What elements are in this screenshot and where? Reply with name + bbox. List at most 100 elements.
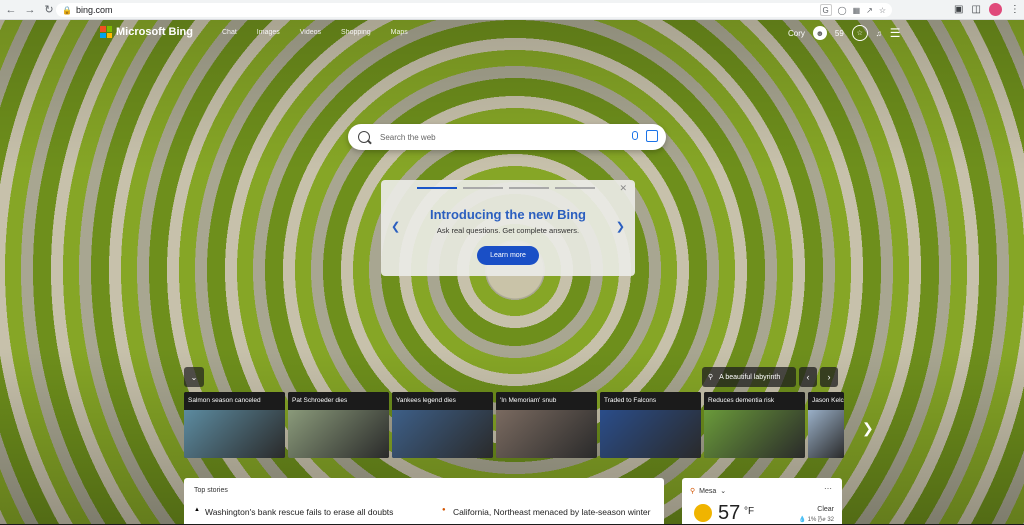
promo-title: Introducing the new Bing xyxy=(430,207,586,222)
kebab-menu-icon[interactable]: ⋮ xyxy=(1010,4,1020,15)
next-image-button[interactable]: › xyxy=(820,367,838,387)
previous-image-button[interactable]: ‹ xyxy=(799,367,817,387)
moon-weather-icon xyxy=(694,504,712,522)
progress-segment xyxy=(417,187,457,189)
user-avatar-icon[interactable]: ☻ xyxy=(812,26,827,40)
carousel-next-icon[interactable]: ❯ xyxy=(862,420,874,437)
location-pin-icon: ⚲ xyxy=(708,374,714,381)
star-icon[interactable]: ☆ xyxy=(879,6,886,15)
news-carousel: Salmon season canceled Pat Schroeder die… xyxy=(184,392,844,458)
notifications-bell-icon[interactable]: ♫ xyxy=(876,29,882,38)
news-card[interactable]: Jason Kelce xyxy=(808,392,844,458)
weather-condition: Clear xyxy=(817,506,834,513)
location-pin-icon: ⚲ xyxy=(690,488,696,495)
rewards-trophy-icon[interactable]: ☆ xyxy=(851,25,868,41)
news-card-caption: Pat Schroeder dies xyxy=(288,392,389,410)
learn-more-button[interactable]: Learn more xyxy=(477,246,539,265)
profile-avatar[interactable] xyxy=(988,3,1002,16)
precip-icon: 💧 xyxy=(798,517,806,523)
news-card-image xyxy=(600,410,701,458)
image-title: A beautiful labyrinth xyxy=(719,373,781,381)
close-icon[interactable]: ✕ xyxy=(619,183,627,194)
news-source-icon: ▲ xyxy=(194,507,200,513)
news-card-caption: Traded to Falcons xyxy=(600,392,701,410)
weather-location[interactable]: ⚲ Mesa ⌄ xyxy=(690,487,727,496)
browser-actions: ▣ ◫ ⋮ xyxy=(954,3,1020,16)
image-info-button[interactable]: ⚲ A beautiful labyrinth xyxy=(702,367,796,387)
news-card-caption: Salmon season canceled xyxy=(184,392,285,410)
sidepanel-icon[interactable]: ◫ xyxy=(971,4,980,15)
url-text: bing.com xyxy=(76,5,113,15)
browser-toolbar: ← → ↻ 🔒 bing.com G ◯ ▦ ↗ ☆ ▣ ◫ ⋮ xyxy=(0,0,1024,20)
news-card[interactable]: Salmon season canceled xyxy=(184,392,285,458)
forward-icon[interactable]: → xyxy=(22,2,38,18)
news-card-caption: Jason Kelce xyxy=(808,392,844,410)
news-card-image xyxy=(808,410,844,458)
top-stories-panel: Top stories ▲ Washington's bank rescue f… xyxy=(184,478,664,524)
nav-chat[interactable]: Chat xyxy=(222,29,237,36)
lock-icon: 🔒 xyxy=(62,5,72,15)
rewards-points[interactable]: 59 xyxy=(835,29,844,38)
visual-search-icon[interactable] xyxy=(646,130,658,142)
weather-unit: °F xyxy=(744,506,755,517)
microsoft-logo-icon xyxy=(100,26,112,38)
search-box[interactable] xyxy=(348,124,666,150)
chevron-down-icon: ⌄ xyxy=(720,488,727,495)
eye-off-icon[interactable]: ◯ xyxy=(838,6,847,15)
nav-images[interactable]: Images xyxy=(257,29,280,36)
translate-icon[interactable]: ▦ xyxy=(853,6,861,15)
news-card-image xyxy=(288,410,389,458)
brand-text: Microsoft Bing xyxy=(116,26,193,38)
search-icon xyxy=(358,131,370,143)
user-name[interactable]: Cory xyxy=(788,29,805,38)
story-link[interactable]: ▲ Washington's bank rescue fails to eras… xyxy=(194,507,393,517)
carousel-progress xyxy=(417,187,595,189)
story-headline: California, Northeast menaced by late-se… xyxy=(453,507,651,517)
progress-segment xyxy=(463,187,503,189)
google-lens-icon[interactable]: G xyxy=(819,4,832,16)
bing-header: Microsoft Bing Chat Images Videos Shoppi… xyxy=(0,20,1024,46)
nav-videos[interactable]: Videos xyxy=(300,29,321,36)
story-headline: Washington's bank rescue fails to erase … xyxy=(205,507,394,517)
bing-logo[interactable]: Microsoft Bing xyxy=(100,26,193,38)
news-card[interactable]: 'In Memoriam' snub xyxy=(496,392,597,458)
news-card-caption: Yankees legend dies xyxy=(392,392,493,410)
weather-stats: 💧 1% 🌬 32 xyxy=(799,516,834,523)
news-card[interactable]: Reduces dementia risk xyxy=(704,392,805,458)
microphone-icon[interactable] xyxy=(632,131,638,140)
top-stories-heading: Top stories xyxy=(194,487,228,494)
back-icon[interactable]: ← xyxy=(3,2,19,18)
extensions-icon[interactable]: ▣ xyxy=(954,4,963,15)
new-bing-promo-card: ✕ ❮ ❯ Introducing the new Bing Ask real … xyxy=(381,180,635,276)
share-icon[interactable]: ↗ xyxy=(866,6,873,15)
nav-shopping[interactable]: Shopping xyxy=(341,29,371,36)
story-link[interactable]: ● California, Northeast menaced by late-… xyxy=(442,507,651,517)
more-options-icon[interactable]: ⋯ xyxy=(824,484,832,493)
nav-maps[interactable]: Maps xyxy=(391,29,408,36)
hamburger-menu-icon[interactable]: ☰ xyxy=(890,26,901,40)
header-actions: Cory ☻ 59 ☆ ♫ ☰ xyxy=(788,25,901,41)
news-card[interactable]: Pat Schroeder dies xyxy=(288,392,389,458)
news-card-image xyxy=(496,410,597,458)
news-source-icon: ● xyxy=(442,507,446,513)
news-card-caption: Reduces dementia risk xyxy=(704,392,805,410)
promo-subtitle: Ask real questions. Get complete answers… xyxy=(436,226,580,235)
wind-value: 32 xyxy=(827,517,834,523)
top-nav: Chat Images Videos Shopping Maps xyxy=(222,29,408,36)
wind-icon: 🌬 xyxy=(818,517,826,523)
progress-segment xyxy=(555,187,595,189)
weather-temp: 57 xyxy=(718,502,741,524)
news-card-image xyxy=(184,410,285,458)
omnibox-icons: G ◯ ▦ ↗ ☆ xyxy=(819,3,886,17)
news-card-image xyxy=(704,410,805,458)
weather-panel[interactable]: ⚲ Mesa ⌄ ⋯ 57 °F Clear 💧 1% 🌬 32 xyxy=(682,478,842,524)
search-input[interactable] xyxy=(378,131,612,143)
address-bar[interactable]: 🔒 bing.com G ◯ ▦ ↗ ☆ xyxy=(56,3,892,17)
reload-icon[interactable]: ↻ xyxy=(41,2,57,18)
news-card[interactable]: Traded to Falcons xyxy=(600,392,701,458)
news-card-image xyxy=(392,410,493,458)
chevron-down-icon[interactable]: ⌄ xyxy=(184,367,204,387)
weather-city: Mesa xyxy=(699,487,717,495)
progress-segment xyxy=(509,187,549,189)
news-card[interactable]: Yankees legend dies xyxy=(392,392,493,458)
